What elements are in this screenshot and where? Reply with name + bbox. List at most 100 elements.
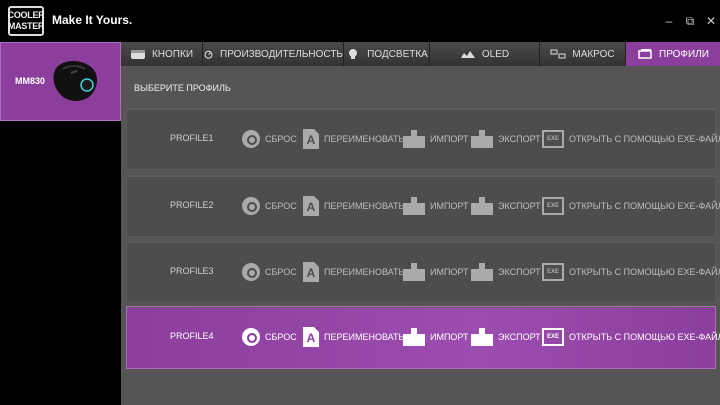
open-exe-button[interactable]: EXE ОТКРЫТЬ С ПОМОЩЬЮ EXE-ФАЙЛА [542,256,720,288]
import-label: ИМПОРТ [430,201,469,211]
tagline: Make It Yours. [52,13,133,27]
mouse-icon [130,50,145,59]
export-button[interactable]: ЭКСПОРТ [471,190,541,222]
profile-name: PROFILE4 [170,331,214,341]
tab-label: ПРОФИЛИ [659,48,709,60]
import-icon [403,328,425,346]
tab-profiles[interactable]: ПРОФИЛИ [626,42,720,66]
exe-icon: EXE [542,197,564,215]
reset-button[interactable]: СБРОС [242,123,297,155]
tab-buttons[interactable]: КНОПКИ [121,42,203,66]
import-label: ИМПОРТ [430,134,469,144]
profile-name: PROFILE2 [170,200,214,210]
export-label: ЭКСПОРТ [498,267,541,277]
profiles-panel: ВЫБЕРИТЕ ПРОФИЛЬ PROFILE1 СБРОС A ПЕРЕИМ… [121,66,720,405]
profile-row-1[interactable]: PROFILE1 СБРОС A ПЕРЕИМЕНОВАТЬ ИМПОРТ ЭК… [126,108,720,170]
tab-label: ПРОИЗВОДИТЕЛЬНОСТЬ [220,48,343,60]
exe-icon: EXE [542,328,564,346]
reset-icon [242,328,260,346]
profile-row-3[interactable]: PROFILE3 СБРОС A ПЕРЕИМЕНОВАТЬ ИМПОРТ ЭК… [126,241,720,303]
rename-label: ПЕРЕИМЕНОВАТЬ [324,134,405,144]
rename-button[interactable]: A ПЕРЕИМЕНОВАТЬ [303,256,404,288]
reset-button[interactable]: СБРОС [242,256,297,288]
reset-label: СБРОС [265,332,297,342]
import-button[interactable]: ИМПОРТ [403,123,469,155]
tab-performance[interactable]: ПРОИЗВОДИТЕЛЬНОСТЬ [203,42,344,66]
rename-icon: A [303,129,319,149]
rename-icon: A [303,327,319,347]
export-button[interactable]: ЭКСПОРТ [471,123,541,155]
open-exe-label: ОТКРЫТЬ С ПОМОЩЬЮ EXE-ФАЙЛА [569,134,720,144]
minimize-button[interactable]: ‒ [662,14,676,28]
reset-button[interactable]: СБРОС [242,190,297,222]
rename-button[interactable]: A ПЕРЕИМЕНОВАТЬ [303,321,404,353]
reset-icon [242,197,260,215]
reset-button[interactable]: СБРОС [242,321,297,353]
mouse-image [53,61,97,101]
import-button[interactable]: ИМПОРТ [403,190,469,222]
profile-icon [638,49,652,59]
export-label: ЭКСПОРТ [498,332,541,342]
exe-icon: EXE [542,263,564,281]
rename-label: ПЕРЕИМЕНОВАТЬ [324,267,405,277]
export-label: ЭКСПОРТ [498,134,541,144]
tab-macro[interactable]: МАКРОС [540,42,626,66]
close-button[interactable]: ✕ [704,14,718,28]
oled-icon [460,51,475,58]
export-icon [471,130,493,148]
reset-label: СБРОС [265,134,297,144]
device-panel: MM830 [0,42,121,405]
tab-label: OLED [481,48,510,60]
rename-icon: A [303,262,319,282]
export-button[interactable]: ЭКСПОРТ [471,321,541,353]
profile-name: PROFILE1 [170,133,214,143]
cooler-master-logo: COOLER MASTER [7,6,45,36]
profile-row-2[interactable]: PROFILE2 СБРОС A ПЕРЕИМЕНОВАТЬ ИМПОРТ ЭК… [126,175,720,237]
device-card-mm830[interactable]: MM830 [0,42,121,121]
tab-label: МАКРОС [572,48,615,60]
rename-button[interactable]: A ПЕРЕИМЕНОВАТЬ [303,123,404,155]
logo-line-1: COOLER [7,10,45,20]
logo-line-2: MASTER [7,21,45,31]
export-label: ЭКСПОРТ [498,201,541,211]
open-exe-label: ОТКРЫТЬ С ПОМОЩЬЮ EXE-ФАЙЛА [569,201,720,211]
reset-label: СБРОС [265,267,297,277]
tab-label: ПОДСВЕТКА [367,48,428,60]
import-icon [403,263,425,281]
import-icon [403,130,425,148]
section-label: ВЫБЕРИТЕ ПРОФИЛЬ [134,83,231,93]
maximize-button[interactable]: ⧉ [683,14,697,28]
open-exe-button[interactable]: EXE ОТКРЫТЬ С ПОМОЩЬЮ EXE-ФАЙЛА [542,123,720,155]
open-exe-button[interactable]: EXE ОТКРЫТЬ С ПОМОЩЬЮ EXE-ФАЙЛА [542,190,720,222]
tab-oled[interactable]: OLED [430,42,540,66]
export-button[interactable]: ЭКСПОРТ [471,256,541,288]
import-button[interactable]: ИМПОРТ [403,256,469,288]
macro-icon [550,49,566,59]
export-icon [471,197,493,215]
profile-name: PROFILE3 [170,266,214,276]
tab-bar: КНОПКИ ПРОИЗВОДИТЕЛЬНОСТЬ ПОДСВЕТКА OLED… [121,42,720,66]
tab-label: КНОПКИ [151,48,194,60]
open-exe-button[interactable]: EXE ОТКРЫТЬ С ПОМОЩЬЮ EXE-ФАЙЛА [542,321,720,353]
title-bar: COOLER MASTER Make It Yours. ‒ ⧉ ✕ [0,0,720,42]
export-icon [471,328,493,346]
open-exe-label: ОТКРЫТЬ С ПОМОЩЬЮ EXE-ФАЙЛА [569,267,720,277]
rename-label: ПЕРЕИМЕНОВАТЬ [324,332,405,342]
import-label: ИМПОРТ [430,267,469,277]
reset-icon [242,130,260,148]
tab-lighting[interactable]: ПОДСВЕТКА [344,42,430,66]
reset-icon [242,263,260,281]
export-icon [471,263,493,281]
profile-row-4[interactable]: PROFILE4 СБРОС A ПЕРЕИМЕНОВАТЬ ИМПОРТ ЭК… [126,306,720,369]
reset-label: СБРОС [265,201,297,211]
import-label: ИМПОРТ [430,332,469,342]
open-exe-label: ОТКРЫТЬ С ПОМОЩЬЮ EXE-ФАЙЛА [569,332,720,342]
rename-icon: A [303,196,319,216]
rename-label: ПЕРЕИМЕНОВАТЬ [324,201,405,211]
rename-button[interactable]: A ПЕРЕИМЕНОВАТЬ [303,190,404,222]
exe-icon: EXE [542,130,564,148]
import-button[interactable]: ИМПОРТ [403,321,469,353]
import-icon [403,197,425,215]
bulb-icon [349,49,358,59]
speedometer-icon [204,50,213,59]
